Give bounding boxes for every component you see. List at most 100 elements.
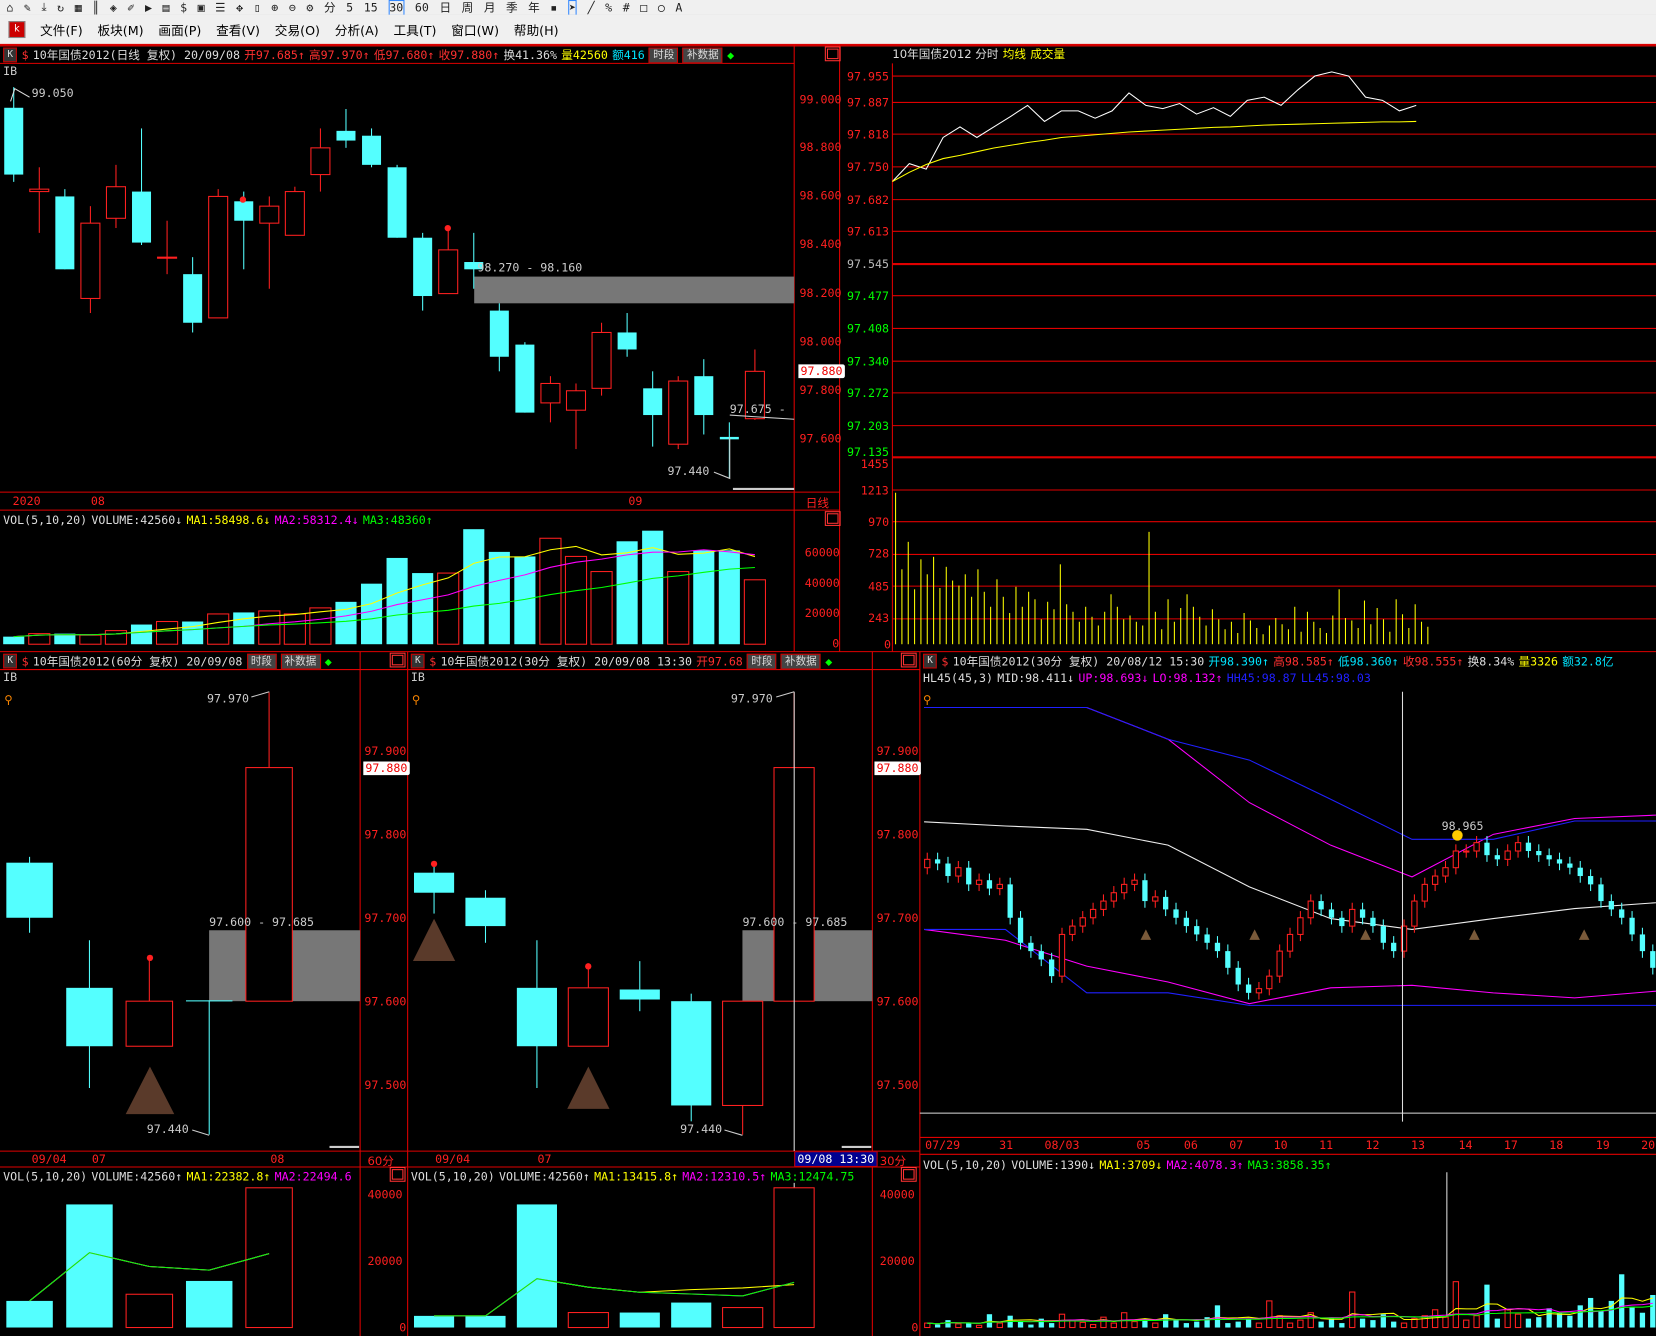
hl30-volume-bar (1100, 1316, 1107, 1329)
daily-candle (4, 107, 24, 175)
m30-candle (465, 897, 506, 927)
hl30-turnover: 换8.34% (1467, 654, 1515, 669)
hl30-volume-bar (1629, 1306, 1635, 1328)
m60-vol-ma1-line (29, 1252, 270, 1302)
hl30-volume-bar (1650, 1294, 1656, 1328)
kline-type-button[interactable]: K (410, 653, 425, 669)
hl45-indicator-header: HL45(45,3) MID:98.411↓ UP:98.693↓ LO:98.… (923, 670, 1371, 687)
vol-axis-label: 0 (399, 1321, 407, 1335)
vol-axis-label: 20000 (367, 1254, 403, 1269)
avg-line-toggle[interactable]: 均线 (1003, 45, 1026, 62)
vol-ma2: MA2:4078.3↑ (1166, 1158, 1244, 1172)
hl30-volume-bar (1225, 1323, 1231, 1328)
vol-ma3: MA3:12474.75 (770, 1169, 855, 1184)
price-axis-label: 97.500 (364, 1078, 407, 1093)
vol-axis-label: 60000 (804, 546, 840, 560)
indicator-lo: LO:98.132↑ (1152, 671, 1223, 685)
daily-volume-bar (564, 555, 588, 645)
hl30-candle (1650, 951, 1656, 968)
daily-volume-bar (539, 537, 562, 645)
search-icon[interactable]: ⚲ (923, 693, 932, 707)
hl30-candle (1028, 942, 1034, 952)
hl30-candle (1514, 842, 1522, 852)
hl30-volume-bar (955, 1323, 962, 1329)
period-button[interactable]: 时段 (648, 46, 679, 63)
fill-data-button[interactable]: 补数据 (780, 653, 821, 670)
maximize-icon[interactable] (389, 652, 406, 668)
m60-volume-header: VOL(5,10,20) VOLUME:42560↑ MA1:22382.8↑ … (3, 1168, 358, 1185)
daily-volume-bar (616, 541, 638, 645)
fill-data-button[interactable]: 补数据 (280, 653, 321, 670)
maximize-icon[interactable] (824, 511, 841, 526)
price-axis-label: 97.800 (876, 827, 919, 842)
kline-type-button[interactable]: K (3, 653, 18, 669)
axis-label: 98.600 (799, 189, 842, 203)
hl30-volume-bar (1463, 1319, 1470, 1329)
m30-volume-bar (516, 1204, 557, 1328)
high-label: 97.970 (730, 691, 773, 706)
vol-ma3: MA3:48360↑ (362, 512, 433, 527)
hl30-volume-bar (1297, 1319, 1304, 1329)
m30-candle (619, 989, 660, 1000)
hl30-volume-bar (1089, 1324, 1097, 1329)
daily-candle (55, 196, 75, 270)
hl30-candle (1017, 917, 1024, 943)
axis-label: 97.800 (799, 383, 842, 398)
kline-type-button[interactable]: K (3, 47, 18, 63)
volume-axis-label: 970 (868, 515, 890, 530)
period-button[interactable]: 时段 (747, 653, 777, 670)
daily-candle (105, 186, 126, 219)
date-label: 18 (1549, 1138, 1564, 1153)
maximize-icon[interactable] (900, 652, 917, 668)
maximize-icon[interactable] (389, 1166, 406, 1182)
m30-candle (413, 872, 455, 893)
dollar-icon[interactable]: $ (941, 654, 948, 668)
volume-toggle[interactable]: 成交量 (1030, 45, 1065, 62)
m60-title: 10年国债2012(60分 复权) 20/09/08 (32, 654, 243, 669)
m60-vol-ma2-line (29, 1252, 270, 1302)
signal-triangle (125, 1066, 175, 1115)
search-icon[interactable]: ⚲ (4, 693, 13, 707)
period-button[interactable]: 时段 (246, 653, 277, 670)
date-label: 11 (1319, 1138, 1334, 1153)
volume-axis-label: 728 (868, 547, 890, 561)
last-price-tag: 97.880 (874, 761, 921, 776)
ib-label: IB (3, 670, 18, 685)
hl30-close: 收98.555↑ (1402, 654, 1464, 669)
daily-volume-bar (207, 613, 230, 645)
hl30-volume-bar (1255, 1322, 1263, 1329)
vol-ma1: MA1:13415.8↑ (594, 1169, 679, 1184)
dollar-icon[interactable]: $ (22, 48, 29, 62)
daily-volume-bar (3, 636, 25, 645)
hl30-candle (1587, 876, 1594, 885)
date-label: 13 (1410, 1138, 1425, 1153)
kline-type-button[interactable]: K (923, 653, 938, 669)
daily-volume-bar (693, 550, 715, 645)
hl30-volume-bar (1163, 1314, 1169, 1328)
date-label: 19 (1595, 1138, 1610, 1153)
price-axis-label: 97.477 (846, 289, 889, 304)
fill-data-button[interactable]: 补数据 (682, 46, 723, 63)
vol-axis-label: 0 (911, 1321, 919, 1335)
hl30-volume-bar (1546, 1308, 1552, 1328)
indicator-title: HL45(45,3) (923, 671, 993, 685)
price-axis-label: 97.682 (846, 193, 889, 207)
m30-volume-bar (773, 1187, 815, 1329)
hl30-volume-bar (1038, 1318, 1044, 1328)
date-label: 08/03 (1044, 1138, 1080, 1153)
m30-open: 开97.68 (696, 654, 743, 669)
signal-triangle (1578, 929, 1590, 940)
maximize-icon[interactable] (900, 1166, 917, 1182)
search-icon[interactable]: ⚲ (412, 693, 421, 707)
dollar-icon[interactable]: $ (22, 654, 29, 668)
signal-dot (239, 196, 247, 203)
dollar-icon[interactable]: $ (429, 654, 436, 668)
intraday-price-line (892, 71, 1417, 182)
hl30-candle (1463, 850, 1470, 853)
hl30-candle (1007, 884, 1013, 918)
hl30-candle (1079, 917, 1086, 927)
daily-candle (617, 332, 637, 350)
hl30-volume-bar (1598, 1311, 1604, 1328)
maximize-icon[interactable] (824, 46, 841, 62)
hl30-candle (1339, 917, 1345, 927)
